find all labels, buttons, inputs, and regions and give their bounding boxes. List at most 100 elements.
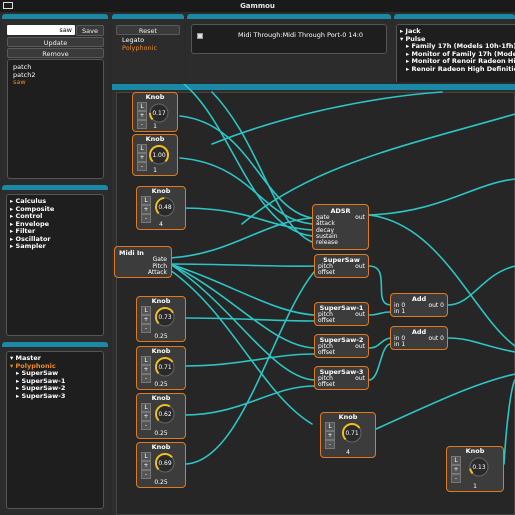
node-title: Knob — [151, 394, 171, 402]
knob-value: 0.71 — [345, 430, 359, 437]
knob-increment-button[interactable]: + — [137, 153, 147, 162]
window-icon — [3, 2, 13, 9]
supersaw-node[interactable]: SuperSaw-1 pitch offset out — [314, 302, 369, 326]
save-button[interactable]: Save — [76, 25, 104, 36]
knob-linear-toggle[interactable]: L — [141, 306, 151, 315]
port-in1[interactable]: in 1 — [394, 309, 444, 315]
master-tree: ▾ Master ▾ Polyphonic ▸ SuperSaw ▸ Super… — [6, 351, 104, 509]
add-node[interactable]: Add in 0 in 1 out 0 — [390, 293, 448, 317]
mode-polyphonic[interactable]: Polyphonic — [122, 44, 157, 53]
knob-decrement-button[interactable]: - — [451, 474, 461, 483]
knob-node[interactable]: Knob L + -0.73 0.25 — [136, 296, 186, 342]
knob-dial[interactable]: 0.13 — [468, 456, 490, 478]
port-offset[interactable]: offset — [318, 382, 365, 388]
wire — [169, 263, 315, 381]
knob-value: 1.00 — [152, 152, 166, 159]
wire — [169, 269, 313, 425]
plugin-category[interactable]: ▸ Sampler — [10, 242, 100, 251]
wire — [447, 265, 515, 306]
port-offset[interactable]: offset — [318, 318, 365, 324]
knob-node[interactable]: Knob L + -0.48 4 — [136, 186, 186, 230]
knob-dial[interactable]: 0.71 — [154, 356, 176, 378]
node-title: Knob — [338, 413, 358, 421]
knob-increment-button[interactable]: + — [141, 461, 151, 470]
wire — [447, 337, 515, 353]
knob-range: 0.25 — [154, 479, 168, 486]
port-offset[interactable]: offset — [318, 350, 365, 356]
update-button[interactable]: Update — [7, 37, 104, 47]
knob-value: 0.17 — [152, 110, 166, 117]
port-out[interactable]: out — [355, 312, 365, 318]
port-release[interactable]: release — [316, 239, 365, 246]
knob-dial[interactable]: 0.62 — [154, 403, 176, 425]
port-out[interactable]: out — [355, 264, 365, 270]
knob-linear-toggle[interactable]: L — [141, 452, 151, 461]
preset-item-selected[interactable]: saw — [13, 78, 98, 87]
knob-dial[interactable]: 0.73 — [154, 306, 176, 328]
port-in1[interactable]: in 1 — [394, 342, 444, 348]
supersaw-node[interactable]: SuperSaw-2 pitch offset out — [314, 334, 369, 358]
knob-node[interactable]: Knob L + -0.17 1 — [132, 92, 178, 132]
knob-node[interactable]: Knob L + -0.62 0.25 — [136, 393, 186, 439]
knob-increment-button[interactable]: + — [141, 412, 151, 421]
knob-decrement-button[interactable]: - — [141, 324, 151, 333]
knob-range: 1 — [153, 167, 157, 174]
knob-value: 0.13 — [472, 464, 486, 471]
title-bar: Gammou — [0, 0, 515, 12]
knob-dial[interactable]: 1.00 — [148, 144, 170, 166]
knob-node[interactable]: Knob L + - 0.13 1 — [446, 446, 504, 492]
add-node[interactable]: Add in 0 in 1 out 0 — [390, 326, 448, 350]
knob-linear-toggle[interactable]: L — [141, 196, 151, 205]
plugin-tree: ▸ Calculus ▸ Composite ▸ Control ▸ Envel… — [6, 194, 104, 336]
adsr-node[interactable]: ADSR gate attack decay sustain release o… — [312, 204, 369, 250]
port-out0[interactable]: out 0 — [428, 303, 444, 309]
knob-dial[interactable]: 0.48 — [154, 196, 176, 218]
preset-name-input[interactable]: saw — [7, 25, 75, 35]
port-out[interactable]: out — [355, 344, 365, 350]
tree-item-supersaw[interactable]: ▸ SuperSaw-3 — [10, 392, 100, 401]
supersaw-node[interactable]: SuperSaw pitch offset out — [314, 254, 369, 278]
knob-linear-toggle[interactable]: L — [451, 456, 461, 465]
node-graph-canvas[interactable]: Knob L + -0.17 1 Knob L + -1.00 1 Knob L + -0.48 4 K… — [112, 84, 515, 515]
port-out[interactable]: out — [355, 376, 365, 382]
port-offset[interactable]: offset — [318, 270, 365, 276]
port-attack[interactable]: Attack — [119, 269, 167, 277]
knob-decrement-button[interactable]: - — [141, 421, 151, 430]
port-out0[interactable]: out 0 — [428, 336, 444, 342]
master-panel: ▾ Master ▾ Polyphonic ▸ SuperSaw ▸ Super… — [2, 342, 108, 512]
knob-increment-button[interactable]: + — [141, 315, 151, 324]
knob-linear-toggle[interactable]: L — [141, 356, 151, 365]
knob-range: 1 — [473, 483, 477, 490]
knob-increment-button[interactable]: + — [137, 111, 147, 120]
supersaw-node[interactable]: SuperSaw-3 pitch offset out — [314, 366, 369, 390]
knob-dial[interactable]: 0.71 — [341, 422, 363, 444]
knob-node[interactable]: Knob L + -1.00 1 — [132, 134, 178, 176]
knob-increment-button[interactable]: + — [141, 365, 151, 374]
mode-panel: Reset Legato Polyphonic — [112, 14, 184, 82]
midi-in-node[interactable]: Midi In Gate Pitch Attack — [114, 246, 172, 278]
midi-device-label[interactable]: Midi Through:Midi Through Port-0 14:0 — [238, 31, 363, 40]
knob-linear-toggle[interactable]: L — [325, 422, 335, 431]
knob-value: 0.69 — [158, 460, 172, 467]
knob-increment-button[interactable]: + — [325, 431, 335, 440]
knob-increment-button[interactable]: + — [141, 205, 151, 214]
reset-button[interactable]: Reset — [116, 25, 180, 35]
knob-dial[interactable]: 0.17 — [148, 102, 170, 124]
knob-linear-toggle[interactable]: L — [141, 403, 151, 412]
knob-linear-toggle[interactable]: L — [137, 102, 147, 111]
knob-node[interactable]: Knob L + -0.69 0.25 — [136, 442, 186, 488]
knob-decrement-button[interactable]: - — [325, 440, 335, 449]
midi-checkbox[interactable] — [197, 33, 203, 39]
port-out[interactable]: out — [355, 214, 365, 221]
knob-node[interactable]: Knob L + - 0.71 4 — [320, 412, 376, 458]
remove-button[interactable]: Remove — [7, 48, 104, 58]
knob-decrement-button[interactable]: - — [141, 470, 151, 479]
knob-range: 4 — [159, 221, 163, 228]
tree-item-device[interactable]: ▸ Renoir Radeon High Definition Audi — [400, 65, 515, 74]
knob-linear-toggle[interactable]: L — [137, 144, 147, 153]
wire — [211, 91, 443, 145]
plugin-panel: ▸ Calculus ▸ Composite ▸ Control ▸ Envel… — [2, 185, 108, 339]
knob-node[interactable]: Knob L + -0.71 0.25 — [136, 346, 186, 390]
knob-dial[interactable]: 0.69 — [154, 452, 176, 474]
knob-increment-button[interactable]: + — [451, 465, 461, 474]
